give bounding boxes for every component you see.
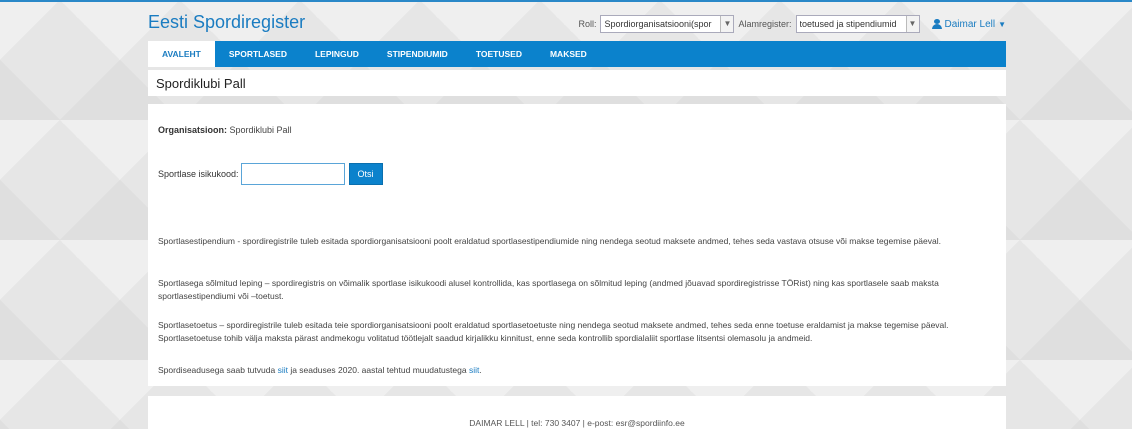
law-text-post: . <box>479 365 482 375</box>
top-accent-line <box>0 0 1132 2</box>
chevron-down-icon: ▼ <box>998 19 1006 29</box>
info-paragraph-support: Sportlasetoetus – spordiregistrile tuleb… <box>158 320 949 343</box>
page-title-bar: Spordiklubi Pall <box>148 70 1006 96</box>
footer: DAIMAR LELL | tel: 730 3407 | e-post: es… <box>148 396 1006 429</box>
tab-avaleht[interactable]: AVALEHT <box>148 41 215 67</box>
alamregister-select[interactable]: toetused ja stipendiumid ▼ <box>795 15 920 33</box>
chevron-down-icon: ▼ <box>905 16 919 32</box>
organization-info: Organisatsioon: Spordiklubi Pall <box>158 125 292 135</box>
footer-contact: DAIMAR LELL | tel: 730 3407 | e-post: es… <box>469 418 685 428</box>
alamregister-label: Alamregister: <box>738 19 792 29</box>
app-title[interactable]: Eesti Spordiregister <box>148 12 305 33</box>
info-paragraph-law: Spordiseadusega saab tutvuda siit ja sea… <box>158 364 994 377</box>
main-nav: AVALEHT SPORTLASED LEPINGUD STIPENDIUMID… <box>148 41 1006 67</box>
alamregister-select-value: toetused ja stipendiumid <box>799 19 897 29</box>
athlete-search: Sportlase isikukood: Otsi <box>158 163 383 185</box>
law-text-pre: Spordiseadusega saab tutvuda <box>158 365 278 375</box>
law-changes-link[interactable]: siit <box>469 365 479 375</box>
tab-stipendiumid[interactable]: STIPENDIUMID <box>373 41 462 67</box>
page-title: Spordiklubi Pall <box>156 76 246 91</box>
law-text-mid: ja seaduses 2020. aastal tehtud muudatus… <box>287 365 469 375</box>
law-link[interactable]: siit <box>278 365 288 375</box>
user-menu[interactable]: Daimar Lell ▼ <box>931 18 1006 30</box>
chevron-down-icon: ▼ <box>720 16 734 32</box>
tab-maksed[interactable]: MAKSED <box>536 41 601 67</box>
tab-sportlased[interactable]: SPORTLASED <box>215 41 301 67</box>
search-label: Sportlase isikukood: <box>158 169 239 179</box>
tab-lepingud[interactable]: LEPINGUD <box>301 41 373 67</box>
user-name: Daimar Lell <box>944 18 996 30</box>
tab-toetused[interactable]: TOETUSED <box>462 41 536 67</box>
main-content: Organisatsioon: Spordiklubi Pall Sportla… <box>148 104 1006 386</box>
organization-label: Organisatsioon: <box>158 125 228 135</box>
search-button[interactable]: Otsi <box>348 163 383 185</box>
roll-select[interactable]: Spordiorganisatsiooni(spor ▼ <box>600 15 735 33</box>
roll-label: Roll: <box>578 19 597 29</box>
header-controls: Roll: Spordiorganisatsiooni(spor ▼ Alamr… <box>578 14 1006 34</box>
info-paragraph-stipend: Sportlasestipendium - spordiregistrile t… <box>158 236 941 246</box>
user-icon <box>931 19 942 29</box>
roll-select-value: Spordiorganisatsiooni(spor <box>604 19 712 29</box>
personal-code-input[interactable] <box>240 163 345 185</box>
info-paragraph-contract: Sportlasega sõlmitud leping – spordiregi… <box>158 278 939 301</box>
header: Eesti Spordiregister Roll: Spordiorganis… <box>148 6 1006 36</box>
organization-value: Spordiklubi Pall <box>229 125 292 135</box>
